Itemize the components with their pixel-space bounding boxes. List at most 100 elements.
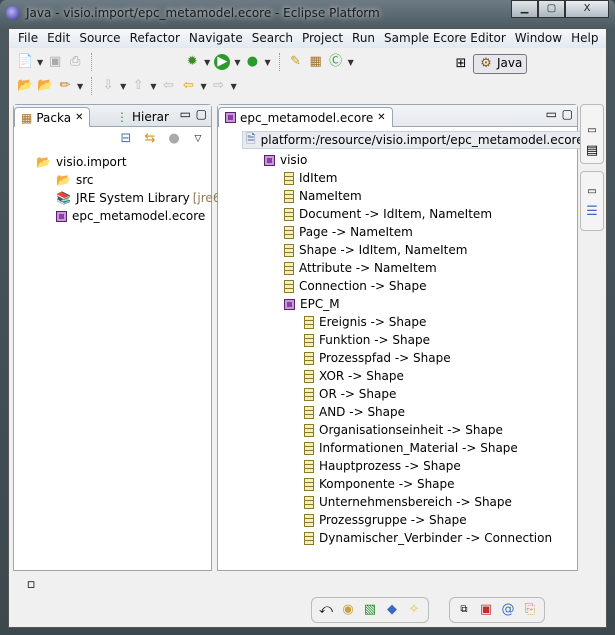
tree-class[interactable]: Prozesspfad -> Shape — [304, 349, 451, 367]
tree-class[interactable]: Funktion -> Shape — [304, 331, 430, 349]
new-java-project-icon[interactable]: ✎ — [288, 54, 304, 70]
last-edit-icon[interactable]: ⇦ — [160, 78, 176, 94]
forward-icon[interactable]: ⇨ — [211, 78, 227, 94]
restore-icon[interactable]: ⤺ — [318, 602, 334, 618]
menu-refactor[interactable]: Refactor — [126, 29, 185, 48]
chevron-down-icon[interactable]: ▼ — [37, 58, 43, 67]
restore-icon[interactable]: ▭ — [584, 123, 600, 139]
task-list-icon[interactable]: ☰ — [584, 204, 600, 220]
menu-help[interactable]: Help — [567, 29, 603, 48]
javadoc-at-icon[interactable]: @ — [500, 602, 516, 618]
minimize-view-icon[interactable]: ▭ — [180, 107, 191, 121]
new-package-icon[interactable]: ▦ — [308, 54, 324, 70]
tab-package-explorer[interactable]: ▦ Packa ✕ — [14, 107, 91, 127]
debug-icon[interactable]: ✹ — [184, 54, 200, 70]
back-icon[interactable]: ⇦ — [180, 78, 196, 94]
tree-class[interactable]: IdItem — [284, 169, 337, 187]
menu-file[interactable]: File — [14, 29, 43, 48]
tree-package[interactable]: visio — [264, 151, 307, 169]
tree-class[interactable]: Shape -> IdItem, NameItem — [284, 241, 467, 259]
ecore-editor: epc_metamodel.ecore ✕ ▭ ▢ 🗎 platform:/reso… — [217, 104, 588, 571]
tree-project[interactable]: 📂 visio.import — [36, 153, 127, 171]
tree-class[interactable]: NameItem — [284, 187, 362, 205]
open-task-icon[interactable]: 📂 — [37, 78, 53, 94]
maximize-button[interactable]: ▢ — [538, 0, 565, 18]
print-icon[interactable]: ⎙ — [67, 54, 83, 70]
chevron-down-icon[interactable]: ▼ — [234, 58, 240, 67]
menu-navigate[interactable]: Navigate — [185, 29, 248, 48]
filter-icon[interactable]: ● — [166, 131, 182, 147]
open-type-icon[interactable]: 📂 — [17, 78, 33, 94]
chevron-down-icon[interactable]: ▼ — [204, 58, 210, 67]
chevron-down-icon[interactable]: ▼ — [77, 82, 83, 91]
minimize-button[interactable]: ▁ — [511, 0, 538, 18]
chevron-down-icon[interactable]: ▼ — [231, 82, 237, 91]
eclipse-icon — [6, 6, 20, 20]
tree-class[interactable]: Document -> IdItem, NameItem — [284, 205, 492, 223]
menu-run[interactable]: Run — [348, 29, 380, 48]
menu-edit[interactable]: Edit — [43, 29, 75, 48]
tree-class[interactable]: Ereignis -> Shape — [304, 313, 426, 331]
maximize-view-icon[interactable]: ▢ — [562, 107, 573, 121]
chevron-down-icon[interactable]: ▼ — [348, 58, 354, 67]
prev-annotation-icon[interactable]: ⇧ — [130, 78, 146, 94]
tree-class[interactable]: Unternehmensbereich -> Shape — [304, 493, 512, 511]
menu-search[interactable]: Search — [248, 29, 298, 48]
tree-class[interactable]: Hauptprozess -> Shape — [304, 457, 461, 475]
tree-class[interactable]: Connection -> Shape — [284, 277, 427, 295]
link-with-editor-icon[interactable]: ⇆ — [142, 131, 158, 147]
view-menu-icon[interactable]: ▽ — [190, 131, 206, 147]
tab-hierarchy[interactable]: ⋮ Hierar — [110, 107, 175, 127]
fast-view-icon[interactable]: ▫ — [23, 577, 39, 593]
chevron-down-icon[interactable]: ▼ — [150, 82, 156, 91]
tree-jre[interactable]: 📚 JRE System Library [jre6] — [56, 189, 225, 207]
chevron-down-icon[interactable]: ▼ — [200, 82, 206, 91]
tree-class[interactable]: Komponente -> Shape — [304, 475, 455, 493]
next-annotation-icon[interactable]: ⇩ — [100, 78, 116, 94]
tree-class[interactable]: Page -> NameItem — [284, 223, 413, 241]
chevron-down-icon[interactable]: ▼ — [120, 82, 126, 91]
tree-src[interactable]: 📂 src — [56, 171, 93, 189]
minimize-view-icon[interactable]: ▭ — [546, 107, 557, 121]
external-tools-icon[interactable]: ● — [244, 54, 260, 70]
save-icon[interactable]: ▣ — [47, 54, 63, 70]
tree-resource[interactable]: 🗎 platform:/resource/visio.import/epc_met… — [242, 131, 588, 149]
javadoc-icon[interactable]: ◉ — [340, 602, 356, 618]
menu-window[interactable]: Window — [511, 29, 567, 48]
menu-source[interactable]: Source — [75, 29, 125, 48]
tree-class[interactable]: OR -> Shape — [304, 385, 396, 403]
tree-ecore-file[interactable]: epc_metamodel.ecore — [56, 207, 205, 225]
tree-class[interactable]: Prozessgruppe -> Shape — [304, 511, 467, 529]
tree-subpackage[interactable]: EPC_M — [284, 295, 340, 313]
perspective-java-button[interactable]: ⚙ Java — [473, 54, 528, 74]
maximize-view-icon[interactable]: ▢ — [196, 107, 207, 121]
declaration-icon[interactable]: ◆ — [384, 602, 400, 618]
tree-class[interactable]: Attribute -> NameItem — [284, 259, 437, 277]
progress-icon[interactable]: ✧ — [406, 602, 422, 618]
toolbar-row-2: 📂 📂 ✏ ▼ ⇩ ▼ ⇧ ▼ ⇦ ⇦ ▼ ⇨ ▼ — [17, 75, 237, 97]
tree-class[interactable]: Dynamischer_Verbinder -> Connection — [304, 529, 552, 547]
menu-project[interactable]: Project — [298, 29, 348, 48]
collapse-all-icon[interactable]: ⊟ — [118, 131, 134, 147]
run-icon[interactable]: ▶ — [214, 54, 231, 70]
tab-epc-metamodel[interactable]: epc_metamodel.ecore ✕ — [218, 107, 393, 127]
close-tab-icon[interactable]: ✕ — [75, 112, 83, 123]
restore-icon[interactable]: ⧉ — [456, 602, 472, 618]
open-perspective-icon[interactable]: ⊞ — [453, 56, 469, 72]
console-icon[interactable]: ⎘ — [522, 602, 538, 618]
tree-class[interactable]: AND -> Shape — [304, 403, 405, 421]
menu-sample-ecore-editor[interactable]: Sample Ecore Editor — [380, 29, 511, 48]
outline-icon[interactable]: ▤ — [584, 143, 600, 159]
new-class-icon[interactable]: Ⓒ — [328, 54, 344, 70]
tree-class[interactable]: Informationen_Material -> Shape — [304, 439, 518, 457]
close-tab-icon[interactable]: ✕ — [377, 112, 385, 123]
tree-class[interactable]: Organisationseinheit -> Shape — [304, 421, 503, 439]
chevron-down-icon[interactable]: ▼ — [264, 58, 270, 67]
close-button[interactable]: X — [565, 0, 609, 18]
problems-icon[interactable]: ▧ — [362, 602, 378, 618]
tree-class[interactable]: XOR -> Shape — [304, 367, 404, 385]
new-icon[interactable]: 📄 — [17, 54, 33, 70]
search-icon[interactable]: ✏ — [57, 78, 73, 94]
restore-icon[interactable]: ▭ — [584, 184, 600, 200]
properties-icon[interactable]: ▣ — [478, 602, 494, 618]
